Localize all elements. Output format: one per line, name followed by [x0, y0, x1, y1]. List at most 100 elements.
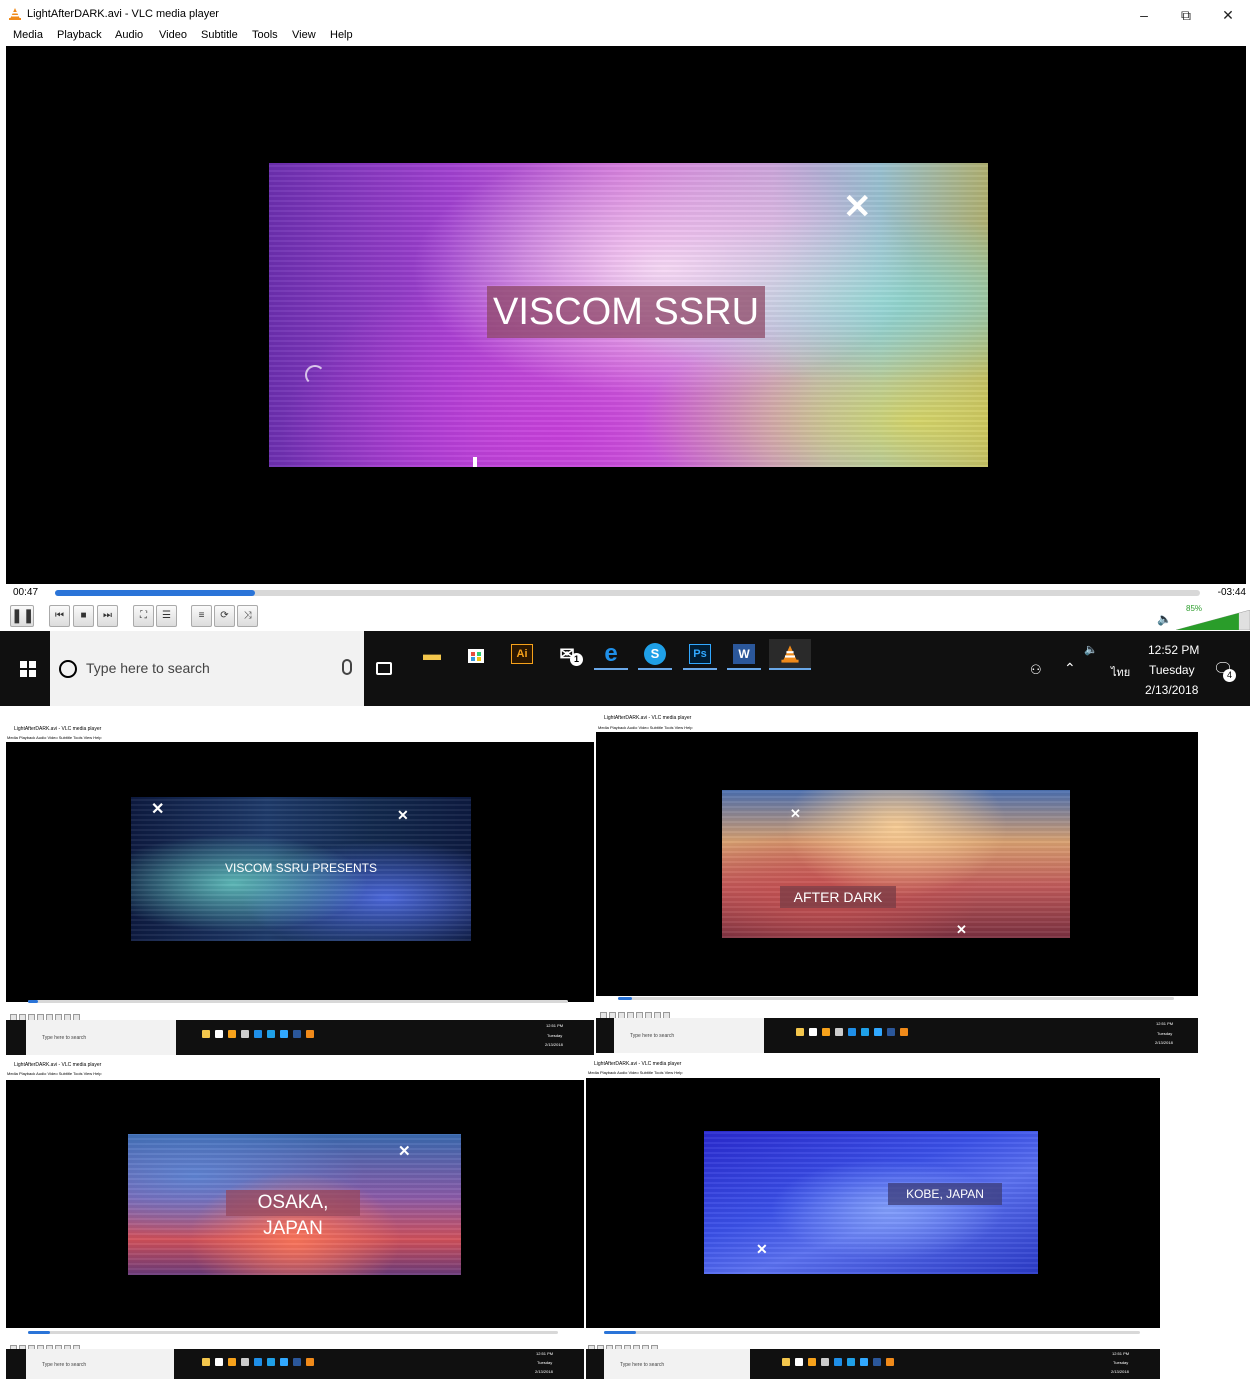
store-icon[interactable]	[459, 639, 493, 669]
next-button[interactable]: ⏭	[97, 605, 118, 627]
edge-icon[interactable]: e	[594, 639, 628, 669]
skype-icon[interactable]: S	[638, 639, 672, 669]
menu-bar: Media Playback Audio Video Subtitle Tool…	[0, 28, 1250, 45]
tray-volume-icon[interactable]: 🔈	[1084, 643, 1098, 656]
menu-tools[interactable]: Tools	[252, 29, 278, 41]
extended-settings-button[interactable]: ☰	[156, 605, 177, 627]
thumb-video[interactable]: AFTER DARK ✕ ✕	[596, 732, 1198, 996]
shuffle-button[interactable]: ⤨	[237, 605, 258, 627]
thumb-title: LightAfterDARK.avi - VLC media player	[594, 1061, 682, 1067]
volume-slider[interactable]	[1176, 610, 1250, 630]
photoshop-icon[interactable]: Ps	[683, 639, 717, 669]
vlc-window: LightAfterDARK.avi - VLC media player – …	[0, 0, 1250, 706]
menu-video[interactable]: Video	[159, 29, 187, 41]
loop-button[interactable]: ⟳	[214, 605, 235, 627]
menu-view[interactable]: View	[292, 29, 316, 41]
microphone-icon[interactable]	[342, 659, 352, 675]
cross-mark-icon: ✕	[398, 1143, 411, 1160]
input-language[interactable]: ไทย	[1111, 663, 1130, 681]
thumb-title: LightAfterDARK.avi - VLC media player	[14, 1062, 102, 1068]
cross-mark-icon: ✕	[397, 807, 409, 823]
thumb-controls	[600, 1006, 672, 1019]
taskbar-search[interactable]: Type here to search	[50, 631, 364, 706]
thumb-seek[interactable]	[28, 1331, 558, 1334]
menu-subtitle[interactable]: Subtitle	[201, 29, 238, 41]
remaining-time: -03:44	[1217, 587, 1246, 598]
thumb-taskbar: Type here to search 12:51 PM Tuesday 2/1…	[6, 1020, 594, 1055]
people-icon[interactable]: ⚇	[1030, 662, 1042, 678]
clock-time[interactable]: 12:52 PM	[1148, 643, 1199, 657]
search-placeholder: Type here to search	[86, 660, 210, 676]
thumb-title: LightAfterDARK.avi - VLC media player	[14, 726, 102, 732]
file-explorer-icon[interactable]: ▬	[415, 639, 449, 669]
thumb-video[interactable]: KOBE, JAPAN ✕	[586, 1078, 1160, 1328]
menu-help[interactable]: Help	[330, 29, 353, 41]
mail-icon[interactable]: ✉ 1	[550, 639, 584, 669]
illustrator-icon[interactable]: Ai	[505, 639, 539, 669]
thumb-caption: KOBE, JAPAN	[888, 1183, 1002, 1205]
vlc-taskbar-icon[interactable]	[769, 639, 811, 669]
playlist-button[interactable]: ≡	[191, 605, 212, 627]
vlc-cone-icon	[8, 7, 22, 21]
thumb-controls	[588, 1339, 660, 1352]
menu-audio[interactable]: Audio	[115, 29, 143, 41]
loading-arc-icon	[305, 365, 325, 385]
thumbnail-after-dark: LightAfterDARK.avi - VLC media player Me…	[594, 709, 1200, 1055]
taskbar: Type here to search ▬ Ai ✉ 1 e S Ps W ⚇ …	[0, 631, 1250, 706]
start-button[interactable]	[10, 631, 50, 706]
tick-mark	[473, 457, 477, 467]
clock-day[interactable]: Tuesday	[1149, 663, 1195, 677]
seek-progress	[55, 590, 256, 596]
pause-button[interactable]: ❚❚	[10, 605, 34, 627]
thumb-video[interactable]: VISCOM SSRU PRESENTS ✕ ✕	[6, 742, 594, 1002]
thumbnail-viscom-presents: LightAfterDARK.avi - VLC media player Me…	[0, 709, 594, 1055]
menu-media[interactable]: Media	[13, 29, 43, 41]
thumb-caption: VISCOM SSRU PRESENTS	[224, 861, 378, 875]
task-view-icon[interactable]	[376, 662, 392, 675]
notification-count: 4	[1223, 669, 1236, 682]
thumb-caption: AFTER DARK	[780, 886, 896, 908]
stop-button[interactable]: ■	[73, 605, 94, 627]
thumb-video[interactable]: OSAKA, JAPAN ✕	[6, 1080, 584, 1328]
title-bar[interactable]: LightAfterDARK.avi - VLC media player – …	[0, 0, 1250, 28]
speaker-icon[interactable]: 🔈	[1157, 612, 1172, 626]
thumb-taskbar: Type here to search 12:51 PM Tuesday 2/1…	[586, 1349, 1160, 1379]
video-caption: VISCOM SSRU	[487, 286, 765, 338]
thumb-seek[interactable]	[28, 1000, 568, 1003]
cross-mark-icon: ✕	[756, 1241, 768, 1257]
restore-button[interactable]: ⧉	[1166, 4, 1206, 26]
video-area[interactable]: VISCOM SSRU ✕	[6, 46, 1246, 584]
thumb-menu: Media Playback Audio Video Subtitle Tool…	[7, 1071, 102, 1076]
thumb-menu: Media Playback Audio Video Subtitle Tool…	[598, 725, 693, 730]
menu-playback[interactable]: Playback	[57, 29, 102, 41]
fullscreen-button[interactable]: ⛶	[133, 605, 154, 627]
thumb-taskbar: Type here to search 12:51 PM Tuesday 2/1…	[596, 1018, 1198, 1053]
word-icon[interactable]: W	[727, 639, 761, 669]
seek-row: 00:47 -03:44	[6, 585, 1246, 601]
mail-badge: 1	[570, 653, 583, 666]
thumb-menu: Media Playback Audio Video Subtitle Tool…	[588, 1070, 683, 1075]
window-title: LightAfterDARK.avi - VLC media player	[27, 8, 219, 20]
elapsed-time: 00:47	[13, 587, 39, 598]
tray-chevron-icon[interactable]: ⌃	[1064, 660, 1076, 677]
thumb-controls	[10, 1008, 82, 1021]
video-frame: VISCOM SSRU ✕	[269, 163, 988, 467]
thumb-seek[interactable]	[618, 997, 1174, 1000]
cross-mark-icon: ✕	[843, 188, 872, 226]
windows-logo-icon	[20, 661, 36, 677]
previous-button[interactable]: ⏮	[49, 605, 70, 627]
thumb-controls	[10, 1339, 82, 1352]
minimize-button[interactable]: –	[1124, 4, 1164, 26]
seek-slider[interactable]	[55, 590, 1200, 596]
cross-mark-icon: ✕	[790, 806, 801, 821]
thumb-seek[interactable]	[604, 1331, 1140, 1334]
thumb-caption: OSAKA, JAPAN	[226, 1190, 360, 1239]
close-button[interactable]: ✕	[1208, 4, 1248, 26]
clock-date[interactable]: 2/13/2018	[1145, 683, 1198, 697]
playback-controls: ❚❚ ⏮ ■ ⏭ ⛶ ☰ ≡ ⟳ ⤨ 🔈 85%	[6, 602, 1250, 630]
thumb-menu: Media Playback Audio Video Subtitle Tool…	[7, 735, 102, 740]
thumb-title: LightAfterDARK.avi - VLC media player	[604, 715, 692, 721]
thumbnail-osaka: LightAfterDARK.avi - VLC media player Me…	[0, 1058, 584, 1379]
thumb-taskbar: Type here to search 12:51 PM Tuesday 2/1…	[6, 1349, 584, 1379]
cortana-icon	[59, 660, 77, 678]
